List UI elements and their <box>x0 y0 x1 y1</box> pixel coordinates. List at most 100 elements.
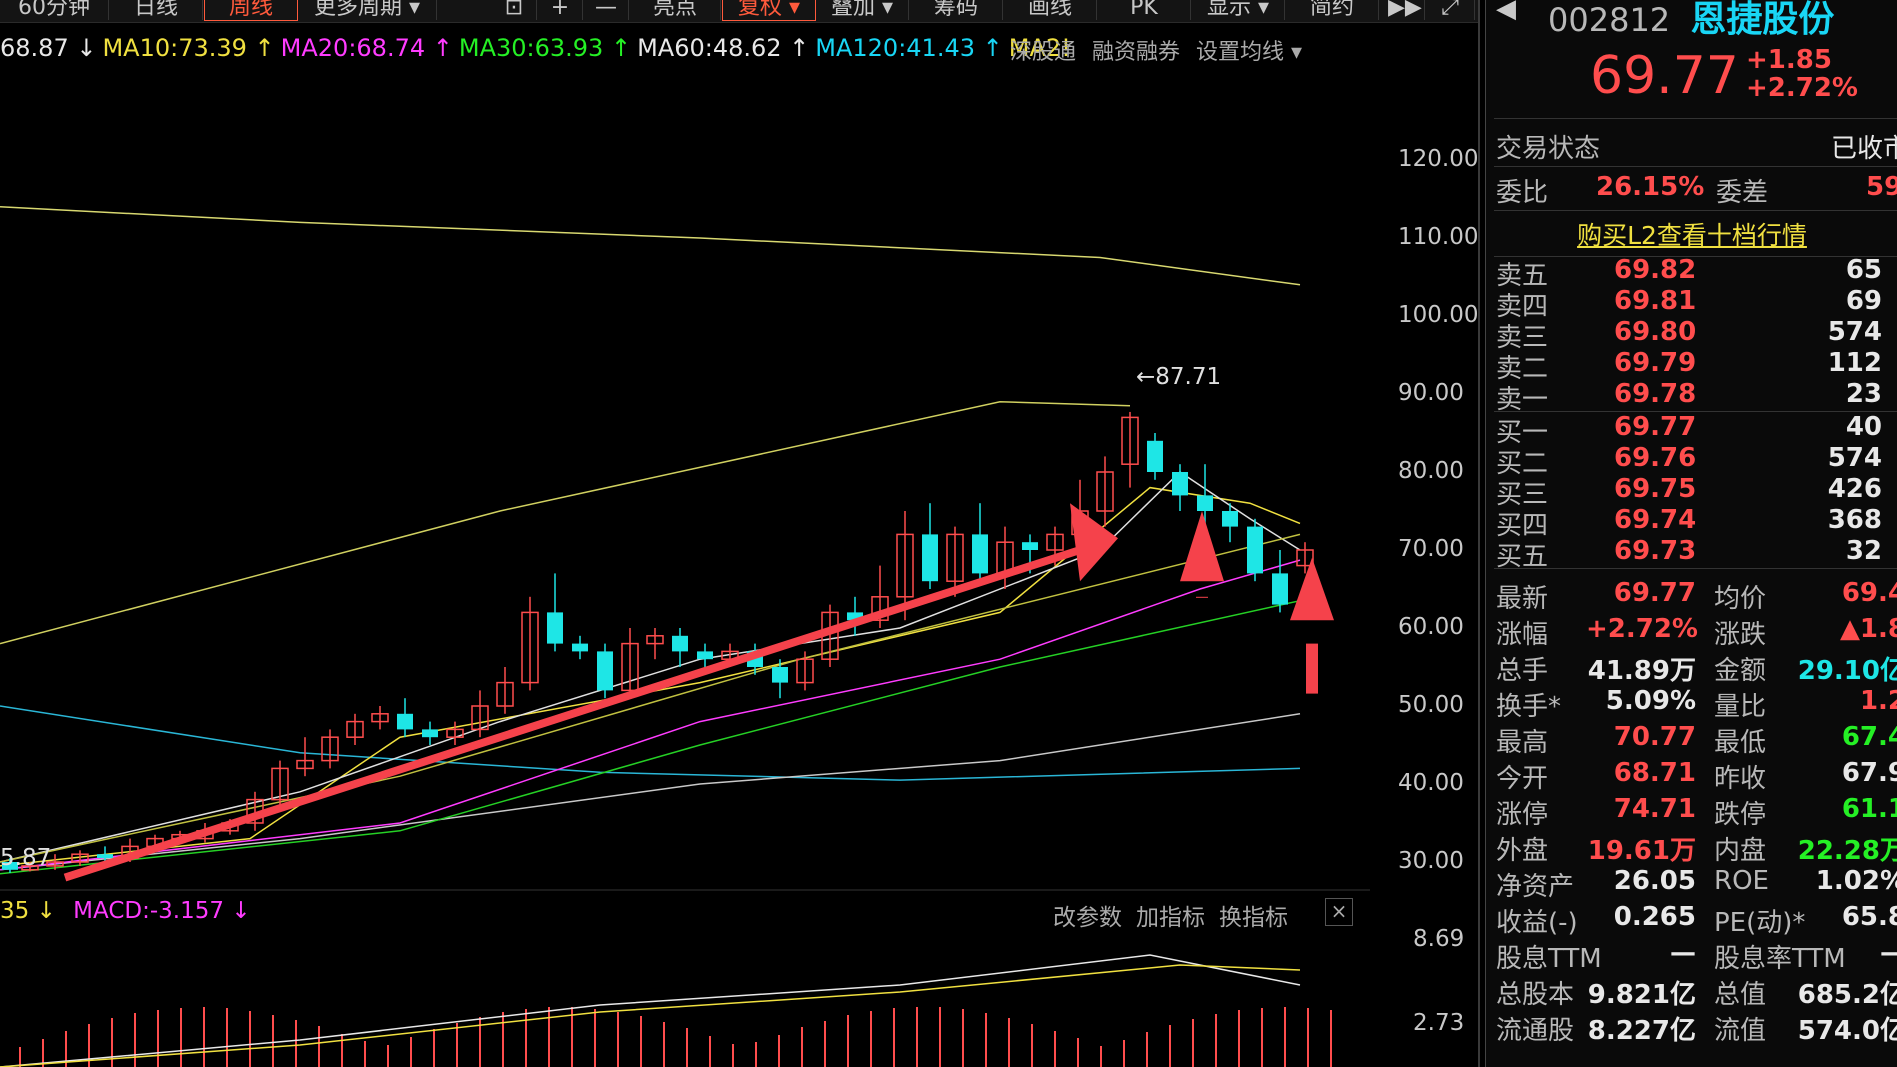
price-tick-4: 80.00 <box>1398 458 1464 484</box>
candle-22 <box>547 573 563 652</box>
asks-row-1[interactable]: 卖四 69.81 69 <box>1496 286 1897 322</box>
macd-dif-value: 35 ↓ <box>0 898 56 924</box>
stat-value: — <box>1670 938 1696 968</box>
weibi-label: 委比 <box>1496 178 1549 208</box>
channel-lower <box>0 533 1301 863</box>
change-value: +1.85 <box>1746 45 1832 75</box>
stat-label-2: 量比 <box>1714 692 1767 722</box>
book-price: 69.78 <box>1614 379 1697 409</box>
stat-label-2: 涨跌 <box>1714 620 1767 650</box>
stat-label-2: PE(动)* <box>1714 908 1806 938</box>
candle-18 <box>446 721 464 745</box>
candle-48 <box>1197 464 1213 527</box>
trend-arrow-line <box>63 546 1082 882</box>
stat-value: 0.265 <box>1613 902 1696 932</box>
up-arrow-2-shaft <box>1306 643 1318 694</box>
trade-status-value: 已收市 <box>1831 134 1897 164</box>
bids-row-0[interactable]: 买一 69.77 40 <box>1496 412 1897 448</box>
candle-17 <box>422 721 438 745</box>
stat-value-2: 67.4 <box>1841 722 1897 752</box>
book-volume: 112 <box>1827 348 1882 378</box>
stats-row-11: 总股本 9.821亿 总值 685.2亿 <box>1496 974 1897 1010</box>
stat-label: 最新 <box>1496 584 1549 614</box>
stat-label: 收益(-) <box>1496 908 1578 938</box>
candle-46 <box>1147 433 1163 480</box>
bids-row-1[interactable]: 买二 69.76 574 <box>1496 443 1897 479</box>
candle-39 <box>972 503 988 582</box>
macd-value: MACD:-3.157 ↓ <box>73 898 251 924</box>
stats-row-7: 外盘 19.61万 内盘 22.28万 <box>1496 830 1897 866</box>
ma250-line <box>0 206 1301 286</box>
last-price: 69.77 <box>1590 46 1739 106</box>
candle-12 <box>296 737 314 777</box>
stats-row-3: 换手* 5.09% 量比 1.2 <box>1496 686 1897 722</box>
macd-links: 改参数 加指标 换指标 <box>1053 898 1302 932</box>
stat-label-2: 跌停 <box>1714 800 1767 830</box>
bids-row-2[interactable]: 买三 69.75 426 <box>1496 474 1897 510</box>
book-price: 69.79 <box>1614 348 1697 378</box>
stat-value-2: 685.2亿 <box>1797 980 1897 1010</box>
bids-row-4[interactable]: 买五 69.73 32 <box>1496 536 1897 572</box>
stats-row-9: 收益(-) 0.265 PE(动)* 65.8 <box>1496 902 1897 938</box>
stats-row-6: 涨停 74.71 跌停 61.1 <box>1496 794 1897 830</box>
stat-label: 换手* <box>1496 692 1562 722</box>
stats-row-10: 股息TTM — 股息率TTM — <box>1496 938 1897 974</box>
asks-row-0[interactable]: 卖五 69.82 65 <box>1496 255 1897 291</box>
stat-value: 68.71 <box>1613 758 1696 788</box>
candle-37 <box>922 503 938 589</box>
stat-value-2: 29.10亿 <box>1797 656 1897 686</box>
price-tick-8: 40.00 <box>1398 770 1464 796</box>
ma120-line <box>0 705 1301 781</box>
book-volume: 32 <box>1845 536 1882 566</box>
stat-label-2: 均价 <box>1714 584 1767 614</box>
candle-51 <box>1272 550 1288 613</box>
price-tick-5: 70.00 <box>1398 536 1464 562</box>
stat-label: 外盘 <box>1496 836 1549 866</box>
book-volume: 69 <box>1845 286 1882 316</box>
quote-panel: ◀ 002812 恩捷股份 69.77 +1.85 +2.72% 交易状态 已收… <box>1485 0 1897 1067</box>
asks-row-4[interactable]: 卖一 69.78 23 <box>1496 379 1897 415</box>
bids-row-3[interactable]: 买四 69.74 368 <box>1496 505 1897 541</box>
candle-14 <box>346 713 364 745</box>
stats-row-0: 最新 69.77 均价 69.4 <box>1496 578 1897 614</box>
book-volume: 65 <box>1845 255 1882 285</box>
book-volume: 40 <box>1845 412 1882 442</box>
macd-link-0[interactable]: 改参数 <box>1053 905 1122 931</box>
macd-close-button[interactable]: × <box>1325 898 1353 926</box>
change-percent: +2.72% <box>1746 73 1858 103</box>
candle-16 <box>397 698 413 738</box>
candle-34 <box>847 596 863 636</box>
stat-value-2: 65.8 <box>1841 902 1897 932</box>
candle-28 <box>697 643 713 667</box>
weicha-label: 委差 <box>1716 178 1769 208</box>
macd-legend: 35 ↓ MACD:-3.157 ↓ <box>0 898 251 924</box>
book-volume: 574 <box>1827 317 1882 347</box>
price-tick-7: 50.00 <box>1398 692 1464 718</box>
candle-20 <box>496 667 514 714</box>
price-tick-3: 90.00 <box>1398 380 1464 406</box>
stat-value: 8.227亿 <box>1587 1016 1696 1046</box>
price-tick-6: 60.00 <box>1398 614 1464 640</box>
candle-45 <box>1121 411 1139 488</box>
stat-value-2: 22.28万 <box>1797 836 1897 866</box>
panel-divider[interactable] <box>1478 0 1480 1067</box>
stat-label: 涨停 <box>1496 800 1549 830</box>
l2-link[interactable]: 购买L2查看十档行情 <box>1486 216 1897 252</box>
asks-row-2[interactable]: 卖三 69.80 574 <box>1496 317 1897 353</box>
stock-code: 002812 <box>1548 1 1671 39</box>
macd-link-1[interactable]: 加指标 <box>1136 905 1205 931</box>
ma20-line <box>0 559 1301 871</box>
asks-row-3[interactable]: 卖二 69.79 112 <box>1496 348 1897 384</box>
up-arrow-1-shaft <box>1196 596 1208 598</box>
stat-value: 69.77 <box>1613 578 1696 608</box>
back-icon[interactable]: ◀ <box>1496 0 1516 24</box>
stat-label: 总股本 <box>1496 980 1575 1010</box>
macd-link-2[interactable]: 换指标 <box>1219 905 1288 931</box>
book-price: 69.77 <box>1614 412 1697 442</box>
stat-value: 19.61万 <box>1587 836 1696 866</box>
stat-label: 今开 <box>1496 764 1549 794</box>
price-change: +1.85 +2.72% <box>1746 46 1858 102</box>
stat-label: 净资产 <box>1496 872 1575 902</box>
stat-value-2: 69.4 <box>1841 578 1897 608</box>
stat-label-2: 金额 <box>1714 656 1767 686</box>
